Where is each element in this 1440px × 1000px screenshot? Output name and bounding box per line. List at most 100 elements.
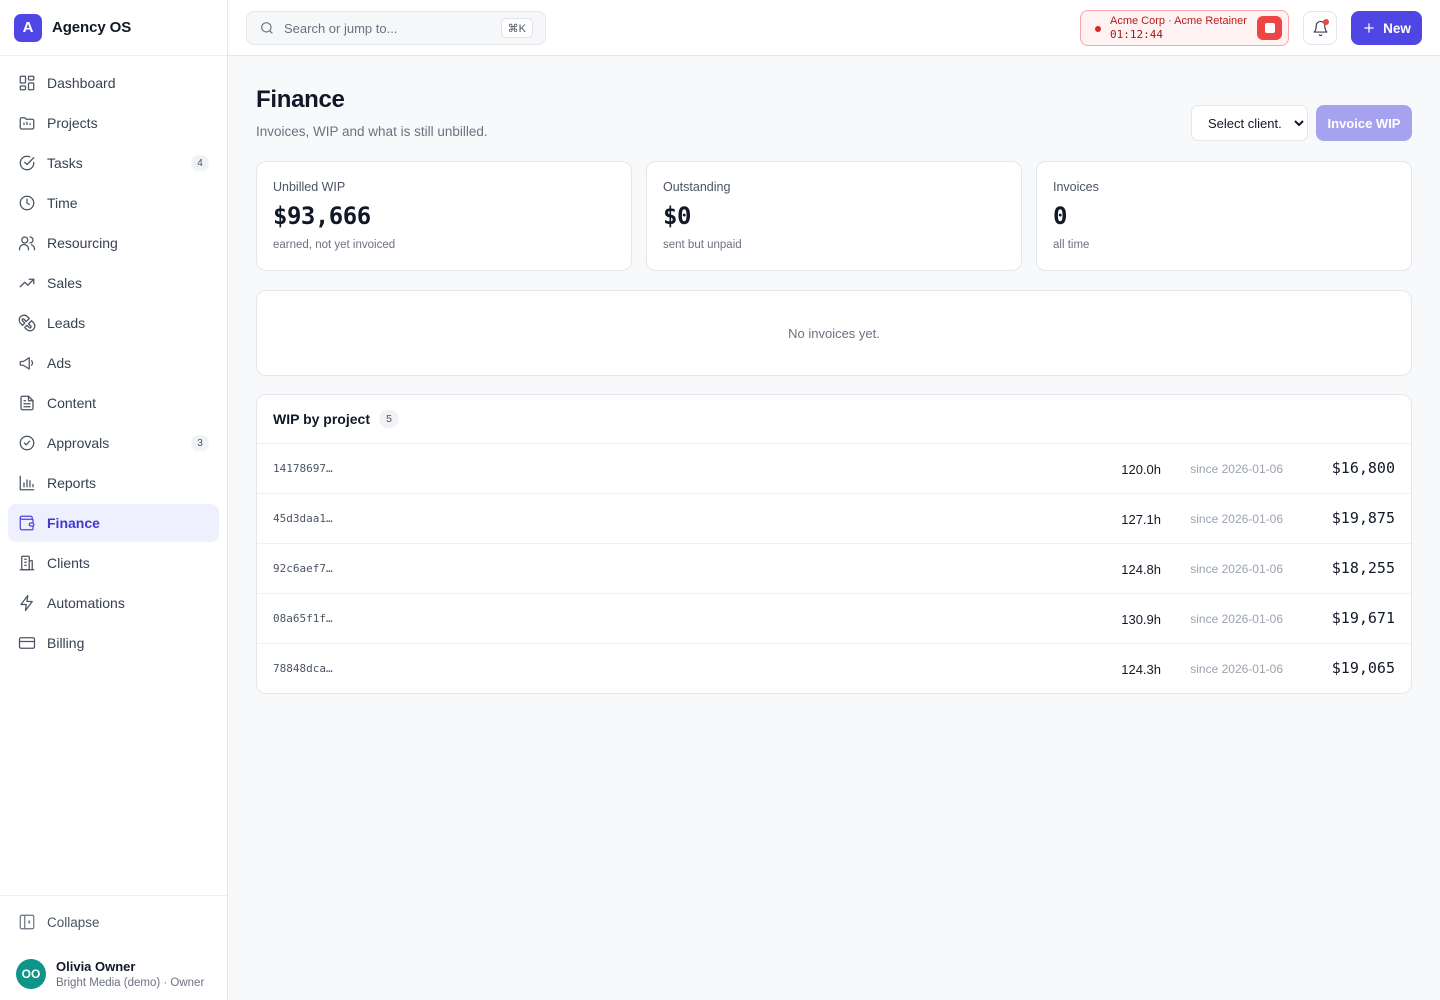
stat-value: $0 bbox=[663, 202, 691, 230]
sidebar-item-reports[interactable]: Reports bbox=[8, 464, 219, 502]
empty-state-text: No invoices yet. bbox=[788, 325, 880, 341]
sidebar-item-label: Ads bbox=[47, 355, 72, 371]
project-id: 14178697… bbox=[273, 462, 333, 475]
project-hours: 124.8h bbox=[1121, 562, 1161, 577]
building-icon bbox=[19, 555, 35, 571]
collapse-label: Collapse bbox=[47, 914, 100, 930]
magnet-icon bbox=[18, 314, 36, 332]
notifications-button[interactable] bbox=[1303, 11, 1337, 45]
client-select[interactable]: Select client... bbox=[1191, 105, 1308, 141]
brand-logo: A bbox=[14, 13, 42, 42]
tasks-count-badge: 4 bbox=[191, 155, 209, 171]
wip-card-title: WIP by project bbox=[273, 411, 370, 427]
project-since: since 2026-01-06 bbox=[1190, 512, 1283, 526]
sidebar-item-sales[interactable]: Sales bbox=[8, 264, 219, 302]
running-timer[interactable]: Acme Corp · Acme Retainer 01:12:44 bbox=[1080, 10, 1289, 46]
page-subtitle: Invoices, WIP and what is still unbilled… bbox=[256, 124, 488, 139]
project-since: since 2026-01-06 bbox=[1190, 562, 1283, 576]
sidebar-item-finance[interactable]: Finance bbox=[8, 504, 219, 542]
sidebar-item-label: Time bbox=[47, 195, 78, 211]
clock-icon bbox=[19, 195, 35, 211]
table-row[interactable]: 92c6aef7… 124.8h since 2026-01-06 $18,25… bbox=[257, 544, 1411, 594]
sidebar-item-label: Sales bbox=[47, 275, 83, 291]
search-placeholder: Search or jump to... bbox=[284, 20, 398, 36]
user-menu[interactable]: OO Olivia Owner Bright Media (demo) · Ow… bbox=[0, 948, 227, 1000]
main-content: Finance Invoices, WIP and what is still … bbox=[228, 56, 1440, 1000]
zap-icon bbox=[20, 594, 33, 612]
stat-card-outstanding: Outstanding $0 sent but unpaid bbox=[646, 161, 1022, 271]
sidebar-item-clients[interactable]: Clients bbox=[8, 544, 219, 582]
sidebar-item-ads[interactable]: Ads bbox=[8, 344, 219, 382]
sidebar-item-billing[interactable]: Billing bbox=[8, 624, 219, 662]
stat-caption: all time bbox=[1053, 239, 1090, 251]
stat-label: Outstanding bbox=[663, 180, 731, 194]
sidebar-item-content[interactable]: Content bbox=[8, 384, 219, 422]
approvals-count-badge: 3 bbox=[191, 435, 209, 451]
topbar: Search or jump to... ⌘K Acme Corp · Acme… bbox=[228, 0, 1440, 56]
sidebar-nav: Dashboard Projects Tasks 4 Time Resourci… bbox=[0, 56, 227, 672]
stat-value: 0 bbox=[1053, 202, 1067, 230]
sidebar-item-label: Finance bbox=[47, 515, 100, 531]
stop-timer-button[interactable] bbox=[1257, 16, 1282, 40]
new-button-label: New bbox=[1383, 20, 1411, 36]
sidebar-item-label: Resourcing bbox=[47, 235, 118, 251]
timer-elapsed: 01:12:44 bbox=[1110, 28, 1163, 41]
wip-card-header: WIP by project 5 bbox=[257, 395, 1411, 444]
sidebar-item-approvals[interactable]: Approvals 3 bbox=[8, 424, 219, 462]
invoice-wip-button[interactable]: Invoice WIP bbox=[1316, 105, 1412, 141]
megaphone-icon bbox=[19, 357, 34, 370]
sidebar-item-label: Automations bbox=[47, 595, 125, 611]
stat-value: $93,666 bbox=[273, 202, 371, 230]
search-input[interactable]: Search or jump to... ⌘K bbox=[246, 11, 546, 45]
folder-icon bbox=[19, 117, 35, 130]
stat-label: Invoices bbox=[1053, 180, 1099, 194]
brand[interactable]: A Agency OS bbox=[0, 0, 227, 56]
sidebar-item-time[interactable]: Time bbox=[8, 184, 219, 222]
project-hours: 127.1h bbox=[1121, 512, 1161, 527]
sidebar-item-resourcing[interactable]: Resourcing bbox=[8, 224, 219, 262]
sidebar-item-label: Billing bbox=[47, 635, 85, 651]
sidebar-item-automations[interactable]: Automations bbox=[8, 584, 219, 622]
sidebar-item-label: Leads bbox=[47, 315, 86, 331]
project-amount: $19,065 bbox=[1331, 659, 1395, 677]
table-row[interactable]: 14178697… 120.0h since 2026-01-06 $16,80… bbox=[257, 444, 1411, 494]
table-row[interactable]: 45d3daa1… 127.1h since 2026-01-06 $19,87… bbox=[257, 494, 1411, 544]
project-amount: $19,875 bbox=[1331, 509, 1395, 527]
recording-dot-icon bbox=[1095, 26, 1101, 32]
sidebar-item-label: Reports bbox=[47, 475, 97, 491]
stat-card-invoices: Invoices 0 all time bbox=[1036, 161, 1412, 271]
trending-up-icon bbox=[19, 278, 35, 288]
sidebar-item-projects[interactable]: Projects bbox=[8, 104, 219, 142]
sidebar-item-label: Tasks bbox=[47, 155, 83, 171]
project-id: 78848dca… bbox=[273, 662, 333, 675]
project-hours: 130.9h bbox=[1121, 612, 1161, 627]
new-button[interactable]: New bbox=[1351, 11, 1422, 45]
table-row[interactable]: 78848dca… 124.3h since 2026-01-06 $19,06… bbox=[257, 644, 1411, 693]
project-since: since 2026-01-06 bbox=[1190, 612, 1283, 626]
check-circle-icon bbox=[19, 155, 35, 171]
project-hours: 120.0h bbox=[1121, 462, 1161, 477]
table-row[interactable]: 08a65f1f… 130.9h since 2026-01-06 $19,67… bbox=[257, 594, 1411, 644]
stop-icon bbox=[1264, 23, 1275, 33]
sidebar-item-label: Content bbox=[47, 395, 97, 411]
sidebar-item-leads[interactable]: Leads bbox=[8, 304, 219, 342]
project-since: since 2026-01-06 bbox=[1190, 662, 1283, 676]
avatar: OO bbox=[16, 959, 46, 989]
brand-name: Agency OS bbox=[52, 19, 132, 36]
project-amount: $16,800 bbox=[1331, 459, 1395, 477]
stat-label: Unbilled WIP bbox=[273, 180, 346, 194]
search-icon bbox=[261, 22, 273, 34]
sidebar-item-dashboard[interactable]: Dashboard bbox=[8, 64, 219, 102]
sidebar: A Agency OS Dashboard Projects Tasks 4 T… bbox=[0, 0, 228, 1000]
stat-card-unbilled-wip: Unbilled WIP $93,666 earned, not yet inv… bbox=[256, 161, 632, 271]
wip-count-badge: 5 bbox=[378, 410, 399, 428]
sidebar-item-tasks[interactable]: Tasks 4 bbox=[8, 144, 219, 182]
collapse-sidebar-button[interactable]: Collapse bbox=[0, 896, 227, 948]
invoices-empty-state: No invoices yet. bbox=[256, 290, 1412, 376]
project-since: since 2026-01-06 bbox=[1190, 462, 1283, 476]
document-icon bbox=[20, 395, 34, 411]
sidebar-item-label: Projects bbox=[47, 115, 98, 131]
user-workspace: Bright Media (demo) · Owner bbox=[56, 977, 205, 989]
project-amount: $18,255 bbox=[1331, 559, 1395, 577]
panel-collapse-icon bbox=[19, 914, 35, 930]
